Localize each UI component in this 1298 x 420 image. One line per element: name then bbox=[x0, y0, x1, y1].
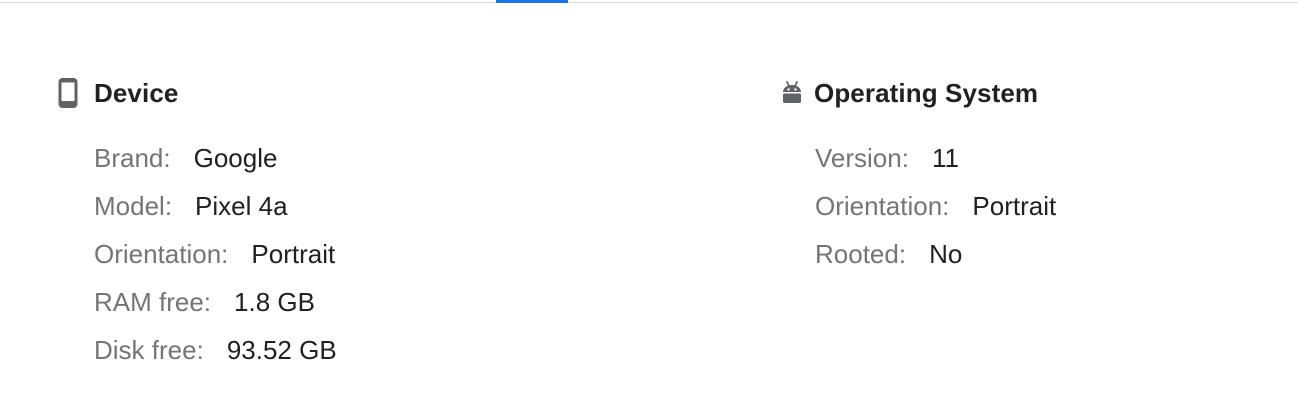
tab-bar-divider bbox=[0, 2, 1298, 3]
property-label: Version: bbox=[815, 142, 909, 173]
property-value: Portrait bbox=[972, 190, 1057, 221]
details-panel: Device Brand: Google Model: Pixel 4a Ori… bbox=[0, 0, 1298, 420]
smartphone-icon bbox=[58, 78, 84, 108]
device-section-header: Device bbox=[58, 76, 337, 110]
property-label: RAM free: bbox=[94, 286, 212, 317]
property-value: Pixel 4a bbox=[195, 190, 288, 221]
device-properties: Brand: Google Model: Pixel 4a Orientatio… bbox=[58, 134, 337, 374]
property-label: Brand: bbox=[94, 142, 171, 173]
active-tab-indicator bbox=[496, 0, 568, 3]
property-value: 1.8 GB bbox=[234, 286, 315, 317]
property-value: 11 bbox=[931, 142, 959, 173]
property-value: Portrait bbox=[251, 238, 336, 269]
device-brand-row: Brand: Google bbox=[94, 134, 337, 182]
property-label: Model: bbox=[94, 190, 173, 221]
property-label: Disk free: bbox=[94, 334, 204, 365]
property-label: Orientation: bbox=[815, 190, 950, 221]
property-label: Rooted: bbox=[815, 238, 907, 269]
device-section: Device Brand: Google Model: Pixel 4a Ori… bbox=[58, 76, 337, 374]
device-ram-row: RAM free: 1.8 GB bbox=[94, 278, 337, 326]
android-icon bbox=[781, 78, 805, 108]
os-orientation-row: Orientation: Portrait bbox=[815, 182, 1056, 230]
property-value: 93.52 GB bbox=[226, 334, 337, 365]
property-value: Google bbox=[193, 142, 278, 173]
device-model-row: Model: Pixel 4a bbox=[94, 182, 337, 230]
device-disk-row: Disk free: 93.52 GB bbox=[94, 326, 337, 374]
device-section-title: Device bbox=[94, 77, 179, 108]
os-rooted-row: Rooted: No bbox=[815, 230, 1056, 278]
os-properties: Version: 11 Orientation: Portrait Rooted… bbox=[781, 134, 1056, 278]
property-value: No bbox=[929, 238, 963, 269]
os-section-header: Operating System bbox=[781, 76, 1056, 110]
property-label: Orientation: bbox=[94, 238, 229, 269]
os-section-title: Operating System bbox=[814, 77, 1039, 108]
os-version-row: Version: 11 bbox=[815, 134, 1056, 182]
device-orientation-row: Orientation: Portrait bbox=[94, 230, 337, 278]
os-section: Operating System Version: 11 Orientation… bbox=[781, 76, 1056, 278]
